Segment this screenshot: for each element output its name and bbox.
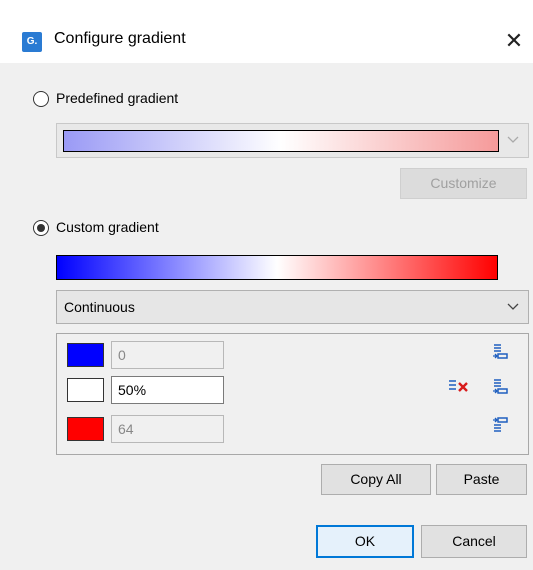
customize-button[interactable]: Customize (400, 168, 527, 199)
ok-button[interactable]: OK (316, 525, 414, 558)
insert-stop-after-icon[interactable] (492, 343, 508, 361)
delete-stop-icon[interactable] (448, 378, 470, 396)
insert-stop-before-icon[interactable] (492, 416, 508, 434)
predefined-gradient-radio[interactable] (33, 91, 49, 107)
predefined-gradient-select[interactable] (56, 123, 529, 158)
paste-button[interactable]: Paste (436, 464, 527, 495)
app-icon: G. (22, 32, 42, 52)
predefined-gradient-preview (63, 130, 499, 152)
custom-gradient-radio[interactable] (33, 220, 49, 236)
stop-color-swatch[interactable] (67, 417, 104, 441)
custom-gradient-label[interactable]: Custom gradient (56, 219, 159, 235)
title-bar: G. Configure gradient ✕ (0, 0, 533, 63)
stop-value-field[interactable]: 0 (111, 341, 224, 369)
stop-value-field[interactable]: 64 (111, 415, 224, 443)
chevron-down-icon (507, 299, 519, 314)
insert-stop-after-icon[interactable] (492, 378, 508, 396)
stop-color-swatch[interactable] (67, 378, 104, 402)
gradient-stops-panel: 0 50% 64 (56, 333, 529, 455)
predefined-gradient-label[interactable]: Predefined gradient (56, 90, 178, 106)
chevron-down-icon (507, 133, 519, 147)
gradient-mode-value: Continuous (64, 299, 135, 315)
close-button[interactable]: ✕ (500, 27, 528, 55)
stop-value-field[interactable]: 50% (111, 376, 224, 404)
custom-gradient-preview (56, 255, 498, 280)
cancel-button[interactable]: Cancel (421, 525, 527, 558)
gradient-mode-select[interactable]: Continuous (56, 290, 529, 324)
stop-color-swatch[interactable] (67, 343, 104, 367)
dialog-title: Configure gradient (54, 30, 186, 47)
copy-all-button[interactable]: Copy All (321, 464, 431, 495)
